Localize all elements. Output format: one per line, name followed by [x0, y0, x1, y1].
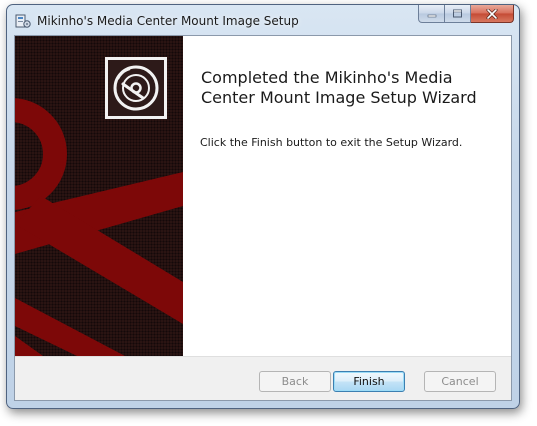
title-bar[interactable]: Mikinho's Media Center Mount Image Setup — [7, 5, 519, 35]
anchor-banner — [15, 36, 183, 356]
page-title: Completed the Mikinho's Media Center Mou… — [201, 68, 477, 107]
cancel-button[interactable]: Cancel — [424, 371, 496, 392]
wizard-content: Completed the Mikinho's Media Center Mou… — [14, 35, 512, 401]
disc-icon — [105, 57, 167, 119]
minimize-button[interactable] — [418, 5, 445, 23]
back-button[interactable]: Back — [259, 371, 331, 392]
caption-buttons — [418, 5, 514, 25]
maximize-button[interactable] — [445, 5, 471, 23]
finish-button[interactable]: Finish — [333, 371, 405, 392]
installer-icon[interactable] — [15, 13, 31, 29]
maximize-icon — [453, 9, 462, 18]
close-button[interactable] — [471, 5, 514, 23]
minimize-icon — [427, 14, 436, 17]
close-icon — [486, 8, 498, 19]
instruction-text: Click the Finish button to exit the Setu… — [200, 136, 463, 149]
button-bar: Back Finish Cancel — [15, 356, 511, 400]
setup-window: Mikinho's Media Center Mount Image Setup — [6, 4, 520, 409]
window-title: Mikinho's Media Center Mount Image Setup — [37, 14, 299, 28]
